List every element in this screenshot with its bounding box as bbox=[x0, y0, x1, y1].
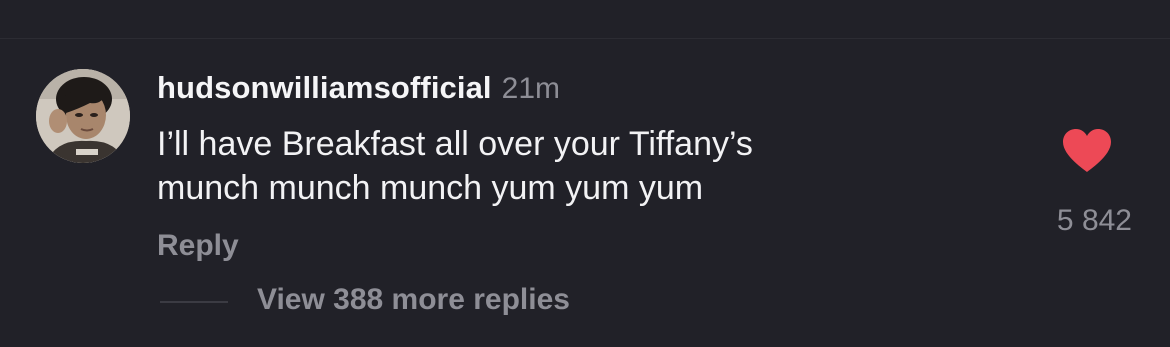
view-more-replies-button[interactable]: View 388 more replies bbox=[257, 283, 570, 317]
comment-header: hudsonwilliamsofficial 21m bbox=[157, 70, 560, 108]
comment-item: hudsonwilliamsofficial 21m I’ll have Bre… bbox=[0, 0, 1170, 347]
reply-button[interactable]: Reply bbox=[157, 229, 239, 263]
replies-divider-line bbox=[160, 301, 228, 303]
like-count: 5 842 bbox=[1056, 204, 1132, 237]
timestamp: 21m bbox=[501, 72, 560, 105]
heart-icon bbox=[1063, 129, 1111, 172]
like-button[interactable] bbox=[1061, 128, 1113, 174]
username[interactable]: hudsonwilliamsofficial bbox=[157, 70, 492, 106]
comment-text: I’ll have Breakfast all over your Tiffan… bbox=[157, 125, 753, 207]
avatar[interactable] bbox=[36, 69, 130, 163]
avatar-photo bbox=[36, 69, 130, 163]
